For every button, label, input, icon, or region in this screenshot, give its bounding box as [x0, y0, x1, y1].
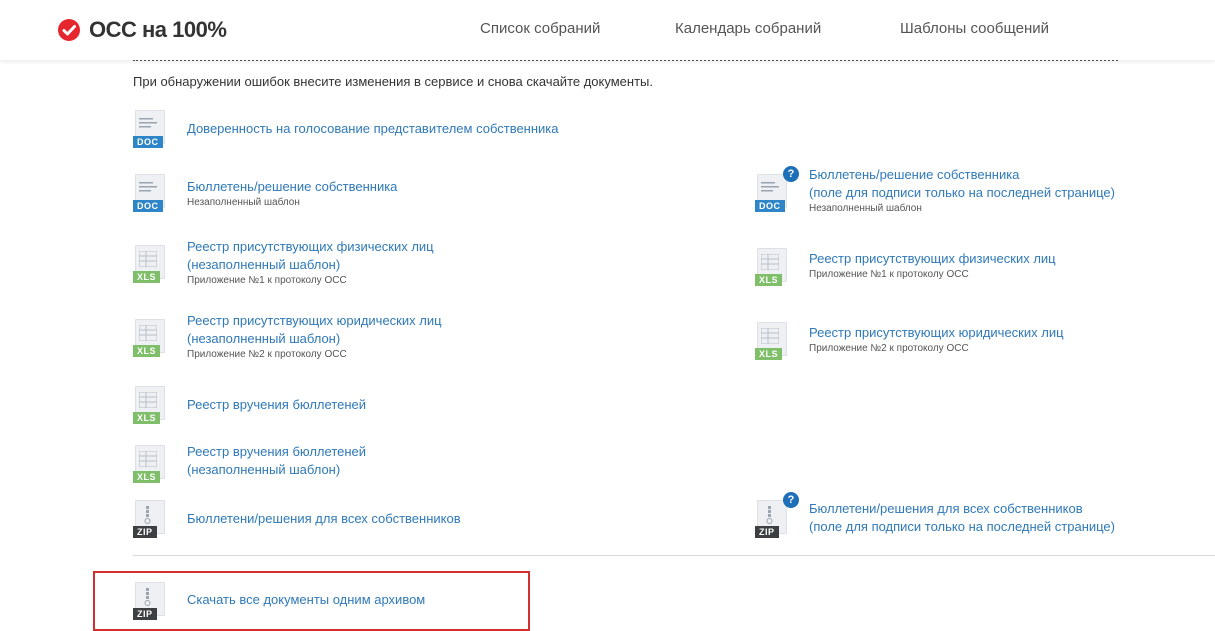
nav-meetings-list[interactable]: Список собраний	[480, 20, 600, 37]
doc-item-ballots-all-last-page[interactable]: ZIP ? Бюллетени/решения для всех собстве…	[755, 492, 1115, 538]
doc-link[interactable]: Реестр присутствующих юридических лиц	[809, 324, 1064, 342]
notice-text: При обнаружении ошибок внесите изменения…	[133, 74, 653, 89]
xls-file-icon: XLS	[133, 319, 169, 357]
xls-file-icon: XLS	[755, 248, 791, 286]
doc-item-registry-individuals-filled[interactable]: XLS Реестр присутствующих физических лиц…	[755, 248, 1056, 286]
xls-file-icon: XLS	[133, 445, 169, 483]
doc-link-line1[interactable]: Реестр присутствующих физических лиц	[187, 238, 434, 256]
highlight-box	[93, 571, 530, 631]
xls-file-icon: XLS	[755, 322, 791, 360]
doc-link[interactable]: Доверенность на голосование представител…	[187, 120, 559, 138]
check-circle-icon	[58, 19, 80, 41]
doc-item-ballot-delivery-template[interactable]: XLS Реестр вручения бюллетеней (незаполн…	[133, 443, 366, 483]
zip-file-icon: ZIP	[133, 500, 169, 538]
doc-link-line1[interactable]: Реестр вручения бюллетеней	[187, 443, 366, 461]
nav-meetings-calendar[interactable]: Календарь собраний	[675, 20, 821, 37]
doc-link[interactable]: Реестр вручения бюллетеней	[187, 396, 366, 414]
xls-file-icon: XLS	[133, 386, 169, 424]
doc-link-line1[interactable]: Реестр присутствующих юридических лиц	[187, 312, 442, 330]
zip-file-icon: ZIP ?	[755, 492, 799, 538]
doc-link-line2[interactable]: (незаполненный шаблон)	[187, 256, 434, 274]
doc-file-icon: DOC	[133, 110, 169, 148]
doc-subtitle: Приложение №1 к протоколу ОСС	[187, 275, 347, 286]
doc-link-line2[interactable]: (незаполненный шаблон)	[187, 461, 366, 479]
doc-link[interactable]: Реестр присутствующих физических лиц	[809, 250, 1056, 268]
doc-item-registry-legal[interactable]: XLS Реестр присутствующих юридических ли…	[133, 313, 442, 362]
app-logo[interactable]: ОСС на 100%	[58, 12, 227, 48]
doc-item-registry-legal-filled[interactable]: XLS Реестр присутствующих юридических ли…	[755, 322, 1064, 360]
nav-message-templates[interactable]: Шаблоны сообщений	[900, 20, 1049, 37]
xls-file-icon: XLS	[133, 245, 169, 283]
doc-subtitle: Приложение №1 к протоколу ОСС	[809, 269, 969, 280]
doc-link[interactable]: Бюллетени/решения для всех собственников	[187, 510, 461, 528]
help-icon[interactable]: ?	[783, 166, 799, 182]
doc-item-registry-individuals[interactable]: XLS Реестр присутствующих физических лиц…	[133, 239, 434, 288]
help-icon[interactable]: ?	[783, 492, 799, 508]
doc-link-line1[interactable]: Бюллетень/решение собственника	[809, 166, 1115, 184]
doc-link-line2[interactable]: (поле для подписи только на последней ст…	[809, 518, 1115, 536]
doc-subtitle: Приложение №2 к протоколу ОСС	[809, 343, 969, 354]
doc-link[interactable]: Бюллетень/решение собственника	[187, 178, 397, 196]
app-title: ОСС на 100%	[89, 17, 227, 42]
doc-link-line2[interactable]: (поле для подписи только на последней ст…	[809, 184, 1115, 202]
doc-item-ballot[interactable]: DOC Бюллетень/решение собственника Незап…	[133, 174, 397, 212]
doc-file-icon: DOC	[133, 174, 169, 212]
doc-file-icon: DOC ?	[755, 166, 799, 212]
top-navigation-bar: ОСС на 100% Список собраний Календарь со…	[0, 0, 1215, 60]
doc-item-proxy[interactable]: DOC Доверенность на голосование представ…	[133, 110, 559, 148]
doc-link-line2[interactable]: (незаполненный шаблон)	[187, 330, 442, 348]
doc-subtitle: Незаполненный шаблон	[187, 197, 300, 208]
section-divider	[133, 555, 1215, 556]
doc-link-line1[interactable]: Бюллетени/решения для всех собственников	[809, 500, 1115, 518]
doc-item-ballots-all[interactable]: ZIP Бюллетени/решения для всех собственн…	[133, 500, 461, 538]
doc-item-ballot-last-page[interactable]: DOC ? Бюллетень/решение собственника (по…	[755, 166, 1115, 216]
doc-subtitle: Приложение №2 к протоколу ОСС	[187, 349, 347, 360]
doc-subtitle: Незаполненный шаблон	[809, 203, 922, 214]
doc-item-ballot-delivery[interactable]: XLS Реестр вручения бюллетеней	[133, 386, 366, 424]
